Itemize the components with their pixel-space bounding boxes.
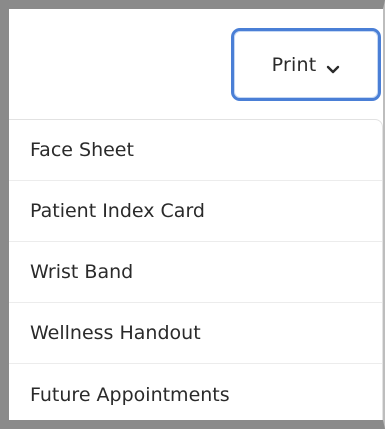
print-button[interactable]: Print <box>231 28 381 101</box>
chevron-down-icon <box>326 60 340 73</box>
print-dropdown-menu: Face Sheet Patient Index Card Wrist Band… <box>9 119 383 420</box>
menu-item-patient-index-card[interactable]: Patient Index Card <box>9 181 382 242</box>
menu-item-face-sheet[interactable]: Face Sheet <box>9 120 382 181</box>
menu-item-wellness-handout[interactable]: Wellness Handout <box>9 303 382 364</box>
menu-item-wrist-band[interactable]: Wrist Band <box>9 242 382 303</box>
menu-item-future-appointments[interactable]: Future Appointments <box>9 364 382 420</box>
print-button-label: Print <box>271 53 317 76</box>
